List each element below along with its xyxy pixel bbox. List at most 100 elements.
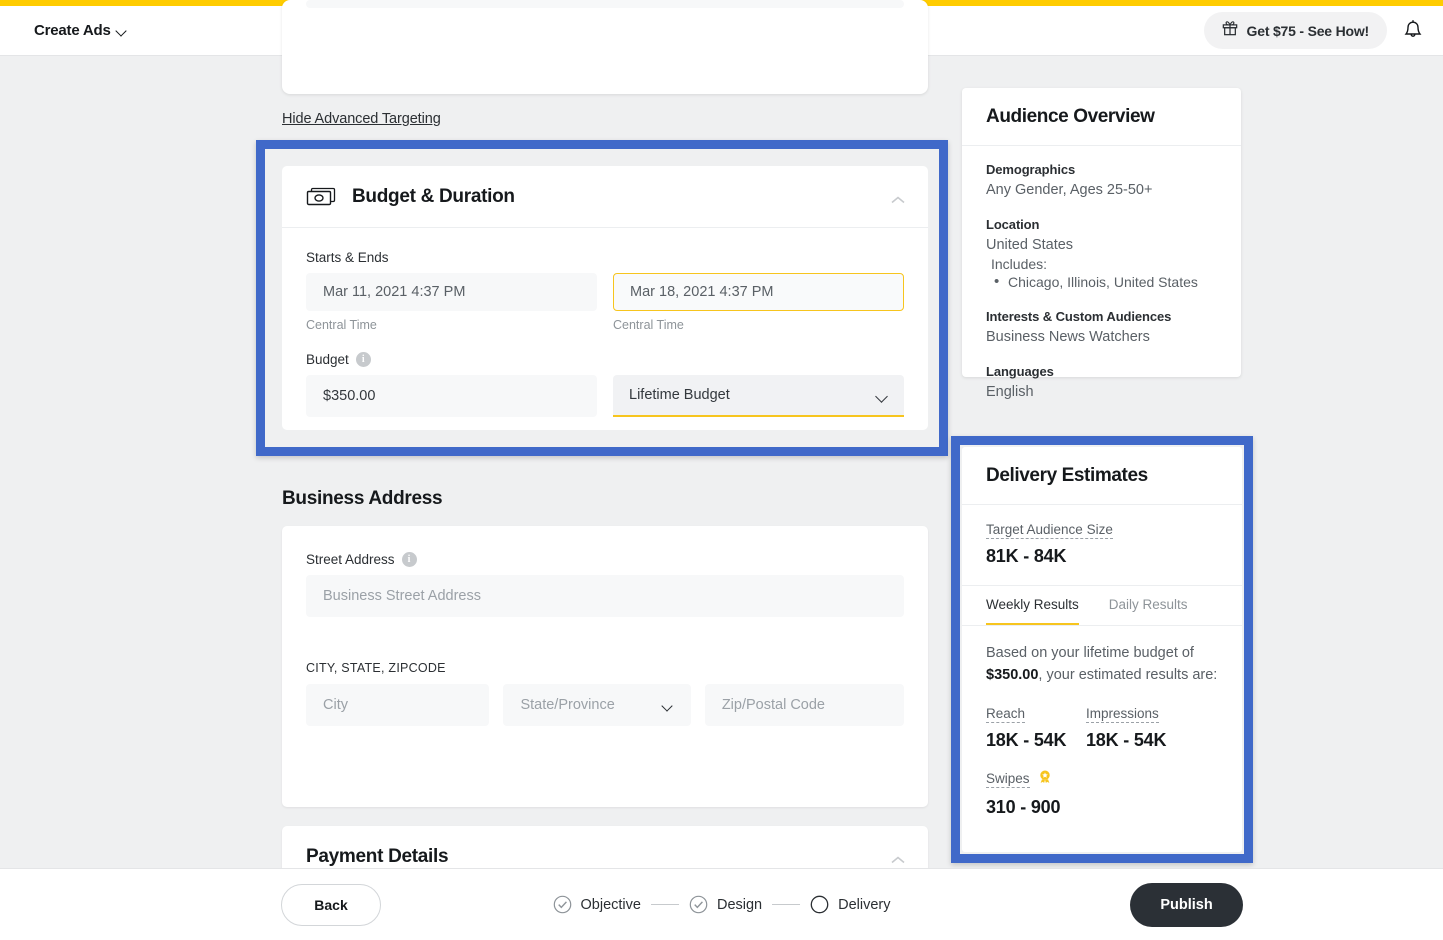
end-date-input[interactable]: Mar 18, 2021 4:37 PM bbox=[613, 273, 904, 311]
step-label: Objective bbox=[580, 896, 641, 913]
audience-group-label: Location bbox=[986, 217, 1040, 233]
budget-type-group: Lifetime Budget bbox=[613, 375, 904, 417]
zip-code-input[interactable]: Zip/Postal Code bbox=[704, 684, 904, 726]
step-delivery[interactable]: Delivery bbox=[810, 895, 890, 914]
metric-reach: Reach 18K - 54K bbox=[986, 705, 1086, 751]
start-date-group: Mar 11, 2021 4:37 PM Central Time bbox=[306, 273, 597, 332]
audience-group-value: United States bbox=[986, 237, 1074, 254]
audience-group-demographics: Demographics Any Gender, Ages 25-50+ bbox=[986, 162, 1217, 201]
tab-daily-results[interactable]: Daily Results bbox=[1109, 597, 1188, 625]
end-timezone-label: Central Time bbox=[613, 318, 684, 332]
progress-stepper: Objective Design Delivery bbox=[553, 895, 890, 914]
step-connector bbox=[772, 904, 801, 905]
budget-type-value: Lifetime Budget bbox=[629, 387, 730, 403]
banknote-icon bbox=[306, 186, 336, 208]
check-circle-icon bbox=[689, 895, 708, 914]
metric-impressions: Impressions 18K - 54K bbox=[1086, 705, 1186, 751]
reach-value: 18K - 54K bbox=[986, 729, 1067, 750]
audience-group-value: English bbox=[986, 384, 1034, 401]
estimate-prefix: Based on your lifetime budget of bbox=[986, 645, 1194, 661]
chevron-down-icon bbox=[117, 27, 128, 34]
audience-group-label: Interests & Custom Audiences bbox=[986, 309, 1172, 325]
street-address-label-group: Street Address i bbox=[306, 552, 904, 567]
audience-group-value: Any Gender, Ages 25-50+ bbox=[986, 182, 1153, 198]
state-province-value: State/Province bbox=[520, 697, 615, 713]
start-date-input[interactable]: Mar 11, 2021 4:37 PM bbox=[306, 273, 597, 311]
audience-overview-header: Audience Overview bbox=[962, 88, 1241, 146]
audience-group-languages: Languages English bbox=[986, 364, 1217, 403]
target-audience-size-value: 81K - 84K bbox=[986, 546, 1067, 566]
swipes-label-row: Swipes bbox=[986, 769, 1218, 790]
audience-group-value: Business News Watchers bbox=[986, 329, 1150, 346]
publish-button[interactable]: Publish bbox=[1130, 882, 1243, 927]
chevron-up-icon[interactable] bbox=[890, 192, 906, 203]
get-credit-label: Get $75 - See How! bbox=[1246, 22, 1370, 39]
notifications-button[interactable] bbox=[1401, 18, 1425, 44]
budget-label-group: Budget i bbox=[306, 352, 904, 367]
street-address-input[interactable]: Business Street Address bbox=[306, 575, 904, 617]
budget-type-select[interactable]: Lifetime Budget bbox=[613, 375, 904, 417]
hide-advanced-targeting-link[interactable]: Hide Advanced Targeting bbox=[282, 111, 441, 127]
info-icon[interactable]: i bbox=[355, 352, 371, 367]
start-timezone-label: Central Time bbox=[306, 318, 377, 332]
info-icon[interactable]: i bbox=[401, 552, 417, 567]
street-address-label: Street Address bbox=[306, 552, 395, 567]
city-input[interactable]: City bbox=[306, 684, 490, 726]
create-ads-dropdown[interactable]: Create Ads bbox=[34, 22, 128, 39]
budget-duration-header: Budget & Duration bbox=[282, 166, 928, 228]
city-state-zip-label: CITY, STATE, ZIPCODE bbox=[306, 661, 446, 675]
starts-ends-label: Starts & Ends bbox=[306, 250, 389, 265]
advanced-targeting-card-partial bbox=[282, 0, 928, 94]
estimates-body: Based on your lifetime budget of $350.00… bbox=[962, 626, 1242, 818]
step-label: Design bbox=[716, 896, 763, 913]
audience-location-includes-label: Includes: bbox=[991, 256, 1048, 273]
state-province-select[interactable]: State/Province bbox=[503, 684, 691, 726]
city-state-zip-row: City State/Province Zip/Postal Code bbox=[306, 684, 904, 726]
audience-group-interests: Interests & Custom Audiences Business Ne… bbox=[986, 309, 1217, 348]
results-tabs: Weekly Results Daily Results bbox=[962, 586, 1242, 626]
estimate-budget-value: $350.00 bbox=[986, 666, 1039, 683]
target-audience-size-label[interactable]: Target Audience Size bbox=[986, 522, 1113, 539]
chevron-down-icon bbox=[663, 702, 674, 709]
estimate-description: Based on your lifetime budget of $350.00… bbox=[986, 643, 1218, 687]
impressions-value: 18K - 54K bbox=[1086, 729, 1167, 750]
header-right-group: Get $75 - See How! bbox=[1203, 12, 1425, 49]
empty-circle-icon bbox=[810, 895, 829, 914]
audience-overview-title: Audience Overview bbox=[986, 105, 1155, 127]
budget-duration-body: Starts & Ends Mar 11, 2021 4:37 PM Centr… bbox=[282, 228, 928, 441]
swipes-label[interactable]: Swipes bbox=[986, 771, 1030, 788]
chevron-up-icon[interactable] bbox=[890, 852, 906, 863]
date-fields-row: Mar 11, 2021 4:37 PM Central Time Mar 18… bbox=[306, 273, 904, 332]
step-connector bbox=[650, 904, 679, 905]
tab-weekly-results[interactable]: Weekly Results bbox=[986, 597, 1079, 625]
target-audience-section: Target Audience Size 81K - 84K bbox=[962, 505, 1242, 586]
estimate-suffix: , your estimated results are: bbox=[1038, 666, 1218, 683]
step-design[interactable]: Design bbox=[689, 895, 762, 914]
audience-location-item: Chicago, Illinois, United States bbox=[986, 271, 1217, 294]
swipes-value: 310 - 900 bbox=[986, 796, 1061, 817]
bottom-action-bar: Back Objective Design Delivery Publish bbox=[0, 868, 1443, 940]
budget-fields-row: $350.00 Lifetime Budget bbox=[306, 375, 904, 417]
step-objective[interactable]: Objective bbox=[553, 895, 641, 914]
business-address-card: Street Address i Business Street Address… bbox=[282, 526, 928, 807]
impressions-label[interactable]: Impressions bbox=[1086, 706, 1159, 723]
delivery-estimates-header: Delivery Estimates bbox=[962, 447, 1242, 505]
budget-amount-input[interactable]: $350.00 bbox=[306, 375, 597, 417]
budget-amount-group: $350.00 bbox=[306, 375, 597, 417]
budget-label: Budget bbox=[306, 352, 349, 367]
partial-input-row bbox=[306, 0, 904, 8]
budget-duration-title: Budget & Duration bbox=[352, 185, 515, 207]
chevron-down-icon bbox=[877, 392, 888, 399]
step-label: Delivery bbox=[838, 896, 891, 913]
metrics-row: Reach 18K - 54K Impressions 18K - 54K bbox=[986, 705, 1218, 751]
audience-group-location: Location United States Includes: Chicago… bbox=[986, 217, 1217, 294]
create-ads-label: Create Ads bbox=[34, 22, 111, 39]
award-badge-icon bbox=[1037, 769, 1053, 790]
audience-group-label: Languages bbox=[986, 364, 1054, 380]
get-credit-button[interactable]: Get $75 - See How! bbox=[1203, 12, 1387, 49]
audience-overview-body: Demographics Any Gender, Ages 25-50+ Loc… bbox=[962, 146, 1241, 403]
reach-label[interactable]: Reach bbox=[986, 706, 1026, 723]
delivery-estimates-panel: Delivery Estimates Target Audience Size … bbox=[962, 447, 1242, 852]
back-button[interactable]: Back bbox=[281, 883, 381, 926]
scroll-content: Hide Advanced Targeting Budget & Duratio… bbox=[0, 0, 1443, 940]
